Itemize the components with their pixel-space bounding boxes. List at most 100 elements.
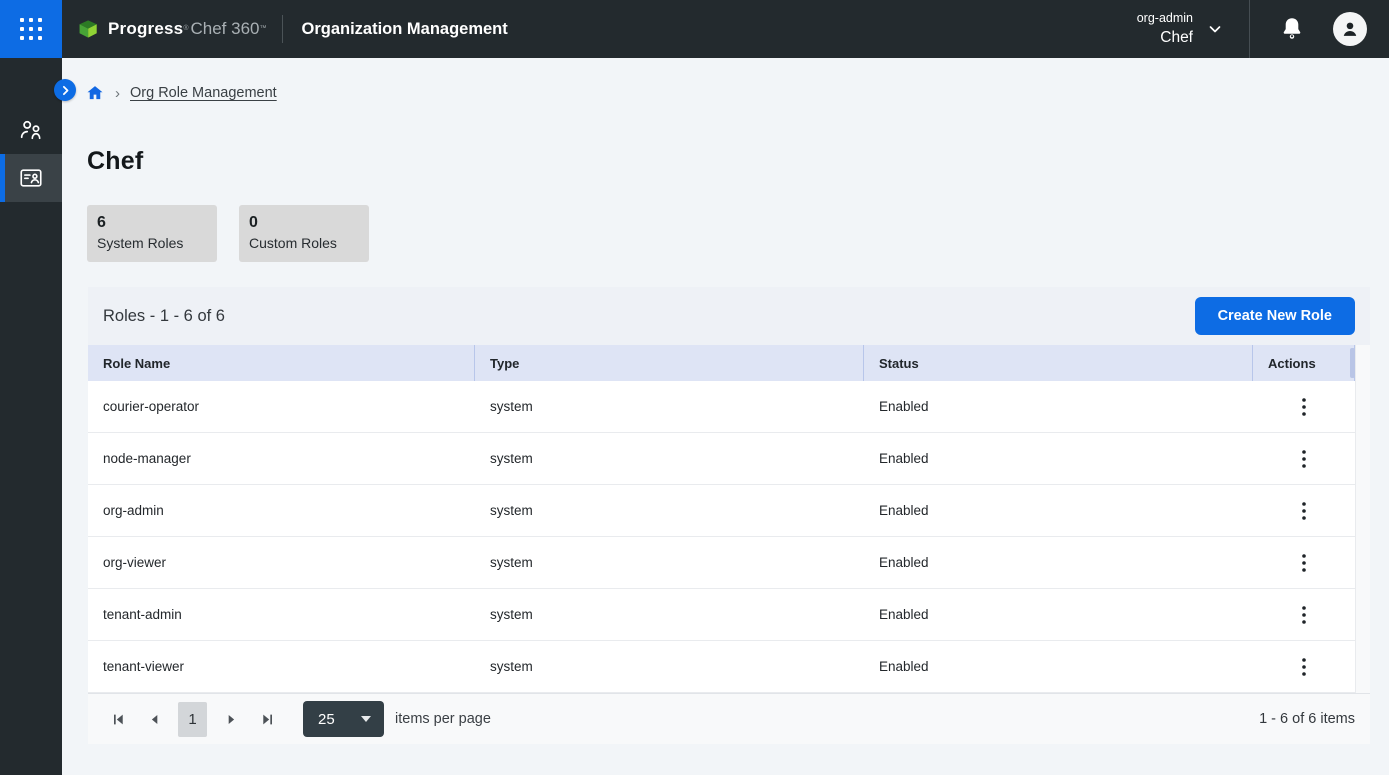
main-content: › Org Role Management Chef 6 System Role… [62,58,1389,775]
type-cell: system [475,451,864,466]
table-row-org-admin: org-admin system Enabled [88,485,1355,537]
brand-progress-text: Progress [108,19,183,39]
previous-page-button[interactable] [139,703,169,735]
role-name-cell: node-manager [88,451,475,466]
role-name-cell: tenant-admin [88,607,475,622]
stats-cards: 6 System Roles 0 Custom Roles [87,205,1389,262]
table-scrollbar-track[interactable] [1355,345,1370,693]
kebab-icon [1302,606,1306,624]
stat-value: 0 [249,213,359,233]
stat-card-custom-roles: 0 Custom Roles [239,205,369,262]
bell-icon [1280,16,1304,42]
users-icon [18,117,44,143]
top-bar: Progress® Chef 360™ Organization Managem… [0,0,1389,58]
table-title: Roles - 1 - 6 of 6 [103,307,225,326]
type-cell: system [475,659,864,674]
chevron-right-icon [59,84,72,97]
items-per-page-label: items per page [395,711,491,727]
org-switcher[interactable]: org-admin Chef [1137,11,1223,47]
role-name-cell: org-admin [88,503,475,518]
topbar-section-divider [1249,0,1250,58]
pagination-bar: 1 25 items per page 1 - 6 of 6 items [88,693,1370,744]
kebab-icon [1302,554,1306,572]
user-role-label: org-admin [1137,11,1193,26]
page-number-1[interactable]: 1 [178,702,207,737]
pagination-range-label: 1 - 6 of 6 items [1259,711,1355,727]
app-launcher-icon [20,18,42,40]
status-cell: Enabled [864,451,1253,466]
status-cell: Enabled [864,555,1253,570]
table-row-org-viewer: org-viewer system Enabled [88,537,1355,589]
create-new-role-button[interactable]: Create New Role [1195,297,1355,335]
roles-table-card: Roles - 1 - 6 of 6 Create New Role Role … [88,287,1370,744]
previous-page-icon [147,712,162,727]
page-size-select[interactable]: 25 [303,701,384,737]
progress-logo-icon [77,18,101,40]
column-header-role-name[interactable]: Role Name [88,345,475,381]
topbar-brand-divider [282,15,283,43]
table-toolbar: Roles - 1 - 6 of 6 Create New Role [88,287,1370,345]
notifications-button[interactable] [1280,16,1304,42]
kebab-icon [1302,398,1306,416]
status-cell: Enabled [864,659,1253,674]
stat-label: Custom Roles [249,234,359,253]
sidebar-expand-toggle[interactable] [54,79,76,101]
row-actions-menu-button[interactable] [1293,601,1315,629]
sidebar [0,58,62,775]
dropdown-caret-icon [361,716,371,722]
home-icon[interactable] [86,84,104,102]
last-page-button[interactable] [252,703,282,735]
row-actions-menu-button[interactable] [1293,653,1315,681]
brand-tm-mark: ™ [259,24,266,34]
breadcrumb-separator: › [115,85,120,102]
last-page-icon [260,712,275,727]
app-title: Organization Management [301,20,507,39]
app-launcher-button[interactable] [0,0,62,58]
chevron-down-icon [1207,21,1223,37]
page-size-value: 25 [318,711,335,728]
table-row-node-manager: node-manager system Enabled [88,433,1355,485]
type-cell: system [475,399,864,414]
stat-card-system-roles: 6 System Roles [87,205,217,262]
next-page-button[interactable] [216,703,246,735]
user-org-label: Chef [1137,28,1193,47]
table-row-tenant-viewer: tenant-viewer system Enabled [88,641,1355,693]
account-menu-button[interactable] [1333,12,1367,46]
column-header-status[interactable]: Status [864,345,1253,381]
role-name-cell: tenant-viewer [88,659,475,674]
table-header-row: Role Name Type Status Actions [88,345,1355,381]
brand-logo: Progress® Chef 360™ [77,18,266,40]
type-cell: system [475,607,864,622]
role-name-cell: org-viewer [88,555,475,570]
table-row-courier-operator: courier-operator system Enabled [88,381,1355,433]
status-cell: Enabled [864,503,1253,518]
first-page-button[interactable] [103,703,133,735]
column-header-type[interactable]: Type [475,345,864,381]
stat-value: 6 [97,213,207,233]
first-page-icon [111,712,126,727]
id-card-icon [18,165,44,191]
status-cell: Enabled [864,607,1253,622]
kebab-icon [1302,502,1306,520]
breadcrumb-link-org-role-management[interactable]: Org Role Management [130,85,277,101]
next-page-icon [224,712,239,727]
kebab-icon [1302,450,1306,468]
kebab-icon [1302,658,1306,676]
row-actions-menu-button[interactable] [1293,393,1315,421]
sidebar-item-users[interactable] [0,106,62,154]
stat-label: System Roles [97,234,207,253]
sidebar-item-role-management[interactable] [0,154,62,202]
row-actions-menu-button[interactable] [1293,497,1315,525]
brand-reg-mark: ® [183,24,188,34]
role-name-cell: courier-operator [88,399,475,414]
type-cell: system [475,555,864,570]
row-actions-menu-button[interactable] [1293,445,1315,473]
table-row-tenant-admin: tenant-admin system Enabled [88,589,1355,641]
type-cell: system [475,503,864,518]
person-icon [1339,18,1361,40]
row-actions-menu-button[interactable] [1293,549,1315,577]
status-cell: Enabled [864,399,1253,414]
page-title: Chef [87,147,1389,176]
column-header-actions[interactable]: Actions [1253,345,1355,381]
brand-product-text: Chef 360 [190,19,259,39]
